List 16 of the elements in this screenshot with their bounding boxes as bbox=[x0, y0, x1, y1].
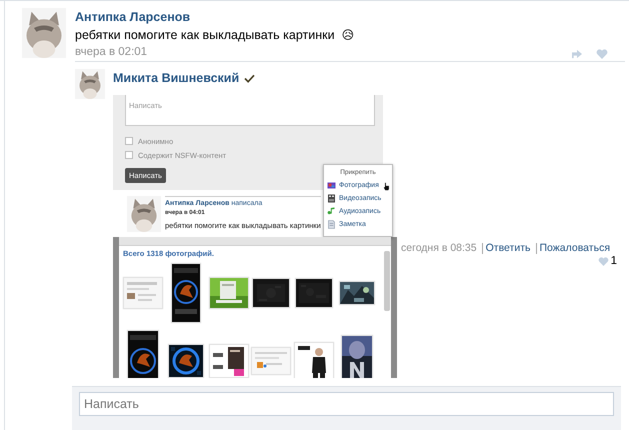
share-icon[interactable] bbox=[571, 49, 583, 59]
scrollbar bbox=[384, 251, 390, 311]
author-name[interactable]: Микита Вишневский bbox=[113, 70, 240, 86]
post-text: ребятки помогите как выкладывать картинки bbox=[75, 28, 335, 42]
music-note-icon bbox=[327, 207, 336, 216]
like-button[interactable]: 1 bbox=[598, 255, 617, 267]
photo-icon bbox=[327, 181, 336, 190]
crying-face-emoji: 😥 bbox=[342, 28, 354, 42]
comment-field[interactable]: Написать bbox=[79, 392, 614, 416]
heart-icon[interactable] bbox=[596, 49, 608, 59]
action-link[interactable]: Ответить bbox=[486, 241, 530, 255]
author-name[interactable]: Антипка Ларсенов bbox=[75, 10, 190, 24]
page-icon bbox=[327, 220, 336, 229]
hand-cursor-icon bbox=[383, 182, 390, 191]
film-icon bbox=[327, 194, 336, 203]
action-link[interactable]: Пожаловаться bbox=[540, 241, 610, 255]
